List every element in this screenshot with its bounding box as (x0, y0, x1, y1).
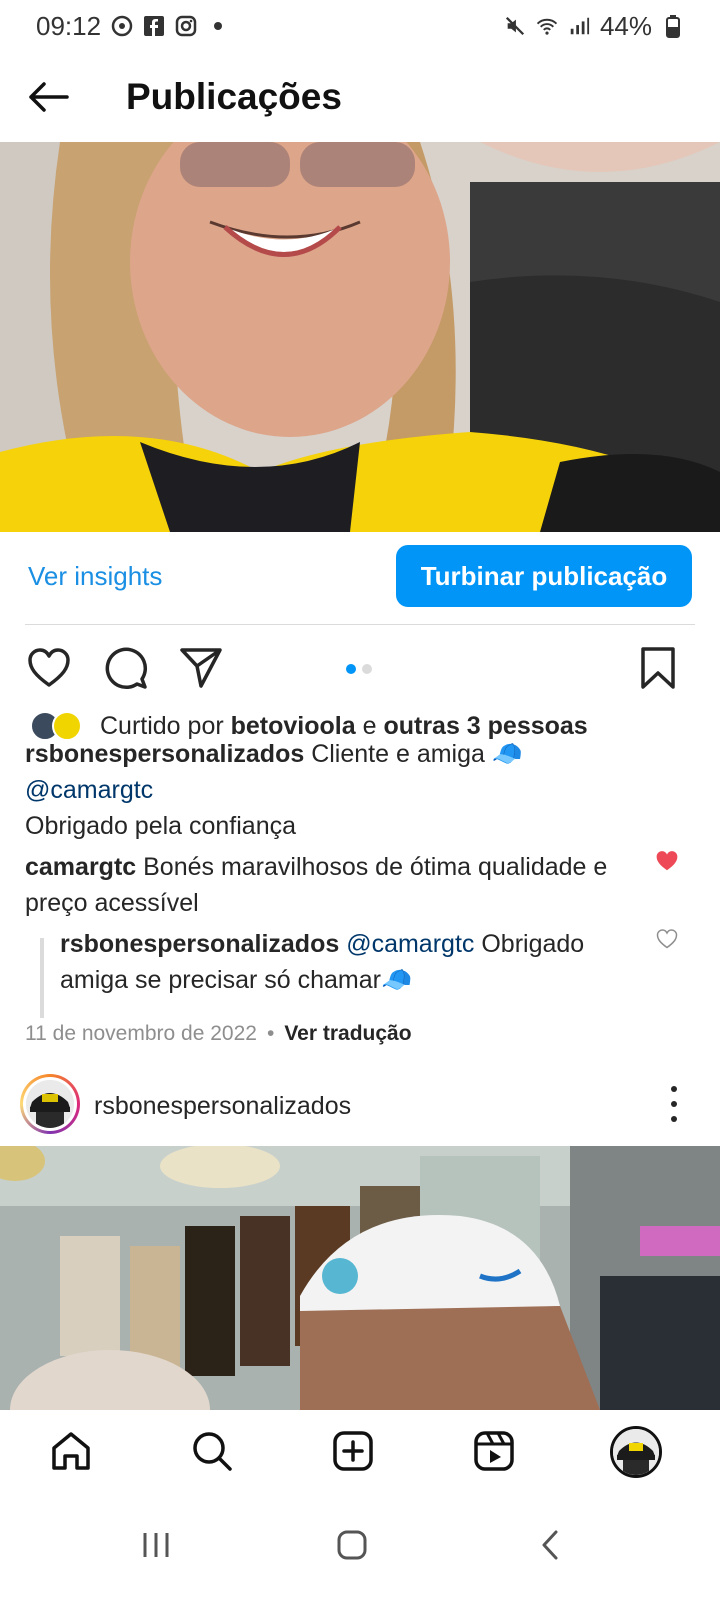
post-actions (0, 640, 720, 696)
separator-dot: • (266, 1022, 275, 1045)
caption-line2: Obrigado pela confiança (25, 812, 297, 840)
reply-like-button[interactable] (654, 926, 680, 952)
caption-mention[interactable]: @camargtc (25, 772, 153, 808)
nav-search[interactable] (187, 1426, 237, 1476)
post-meta: 11 de novembro de 2022 • Ver tradução (25, 1022, 412, 1046)
bookmark-icon (641, 647, 675, 689)
boost-post-button[interactable]: Turbinar publicação (396, 545, 692, 607)
reply-username[interactable]: rsbonespersonalizados (60, 930, 339, 958)
view-insights-link[interactable]: Ver insights (28, 561, 162, 592)
nav-reels[interactable] (469, 1426, 519, 1476)
send-icon (180, 648, 222, 688)
reply-mention[interactable]: @camargtc (346, 930, 474, 958)
header: Publicações (0, 52, 720, 142)
nav-create[interactable] (328, 1426, 378, 1476)
post-photo[interactable] (0, 142, 720, 532)
divider (25, 624, 695, 625)
plus-square-icon (333, 1431, 373, 1471)
chevron-left-icon (542, 1530, 558, 1560)
comment-icon (105, 647, 148, 690)
comment-username[interactable]: camargtc (25, 853, 136, 881)
caption-username[interactable]: rsbonespersonalizados (25, 740, 304, 768)
status-time: 09:12 (36, 10, 102, 41)
reply-text-line2: amiga se precisar só chamar🧢 (60, 966, 413, 994)
status-bar: 09:12 44% (0, 0, 720, 52)
post-photo[interactable] (0, 1146, 720, 1410)
arrow-left-icon (29, 82, 69, 112)
recent-apps-button[interactable] (126, 1520, 186, 1570)
post-username[interactable]: rsbonespersonalizados (94, 1092, 351, 1121)
post-header: rsbonespersonalizados (0, 1072, 720, 1136)
search-icon (193, 1432, 232, 1471)
instagram-icon (175, 15, 197, 37)
sync-icon (111, 15, 133, 37)
notification-dot-icon (207, 15, 229, 37)
nav-profile[interactable] (610, 1426, 662, 1478)
share-button[interactable] (177, 644, 225, 692)
carousel-dot-active (346, 664, 356, 674)
battery-icon (662, 15, 684, 38)
heart-icon (28, 648, 70, 687)
reply-thread-line (40, 938, 44, 1018)
wifi-icon (536, 15, 558, 37)
recent-apps-icon (143, 1533, 169, 1557)
battery-percent: 44% (599, 10, 652, 41)
caption-text: Cliente e amiga 🧢 (311, 740, 523, 768)
avatar-story-ring[interactable] (20, 1074, 80, 1134)
comment-button[interactable] (102, 644, 150, 692)
home-icon (52, 1432, 90, 1470)
post-date: 11 de novembro de 2022 (25, 1022, 257, 1045)
comment-text: Bonés maravilhosos de ótima qualidade e (143, 853, 608, 881)
carousel-dot (362, 664, 372, 674)
system-nav (0, 1490, 720, 1600)
more-options-button[interactable] (664, 1086, 684, 1122)
heart-filled-icon (656, 851, 678, 871)
signal-icon (568, 15, 590, 37)
reels-icon (474, 1431, 514, 1471)
comment-like-button[interactable] (654, 848, 680, 874)
carousel-indicator (346, 664, 372, 674)
heart-icon (656, 929, 678, 949)
mute-icon (504, 15, 526, 37)
system-back-button[interactable] (520, 1520, 580, 1570)
comment: camargtc Bonés maravilhosos de ótima qua… (25, 849, 645, 885)
back-button[interactable] (0, 52, 96, 142)
profile-avatar (613, 1429, 659, 1475)
comment-text-line2: preço acessível (25, 889, 199, 917)
reply: rsbonespersonalizados @camargtc Obrigado (60, 926, 640, 962)
facebook-icon (143, 15, 165, 37)
home-button[interactable] (322, 1520, 382, 1570)
save-button[interactable] (634, 644, 682, 692)
nav-home[interactable] (46, 1426, 96, 1476)
home-square-icon (337, 1530, 367, 1560)
like-button[interactable] (25, 644, 73, 692)
avatar (26, 1080, 74, 1128)
caption: rsbonespersonalizados Cliente e amiga 🧢 (25, 736, 523, 772)
bottom-nav (0, 1410, 720, 1490)
translate-link[interactable]: Ver tradução (284, 1022, 411, 1046)
page-title: Publicações (126, 76, 342, 117)
reply-text: Obrigado (481, 930, 585, 958)
